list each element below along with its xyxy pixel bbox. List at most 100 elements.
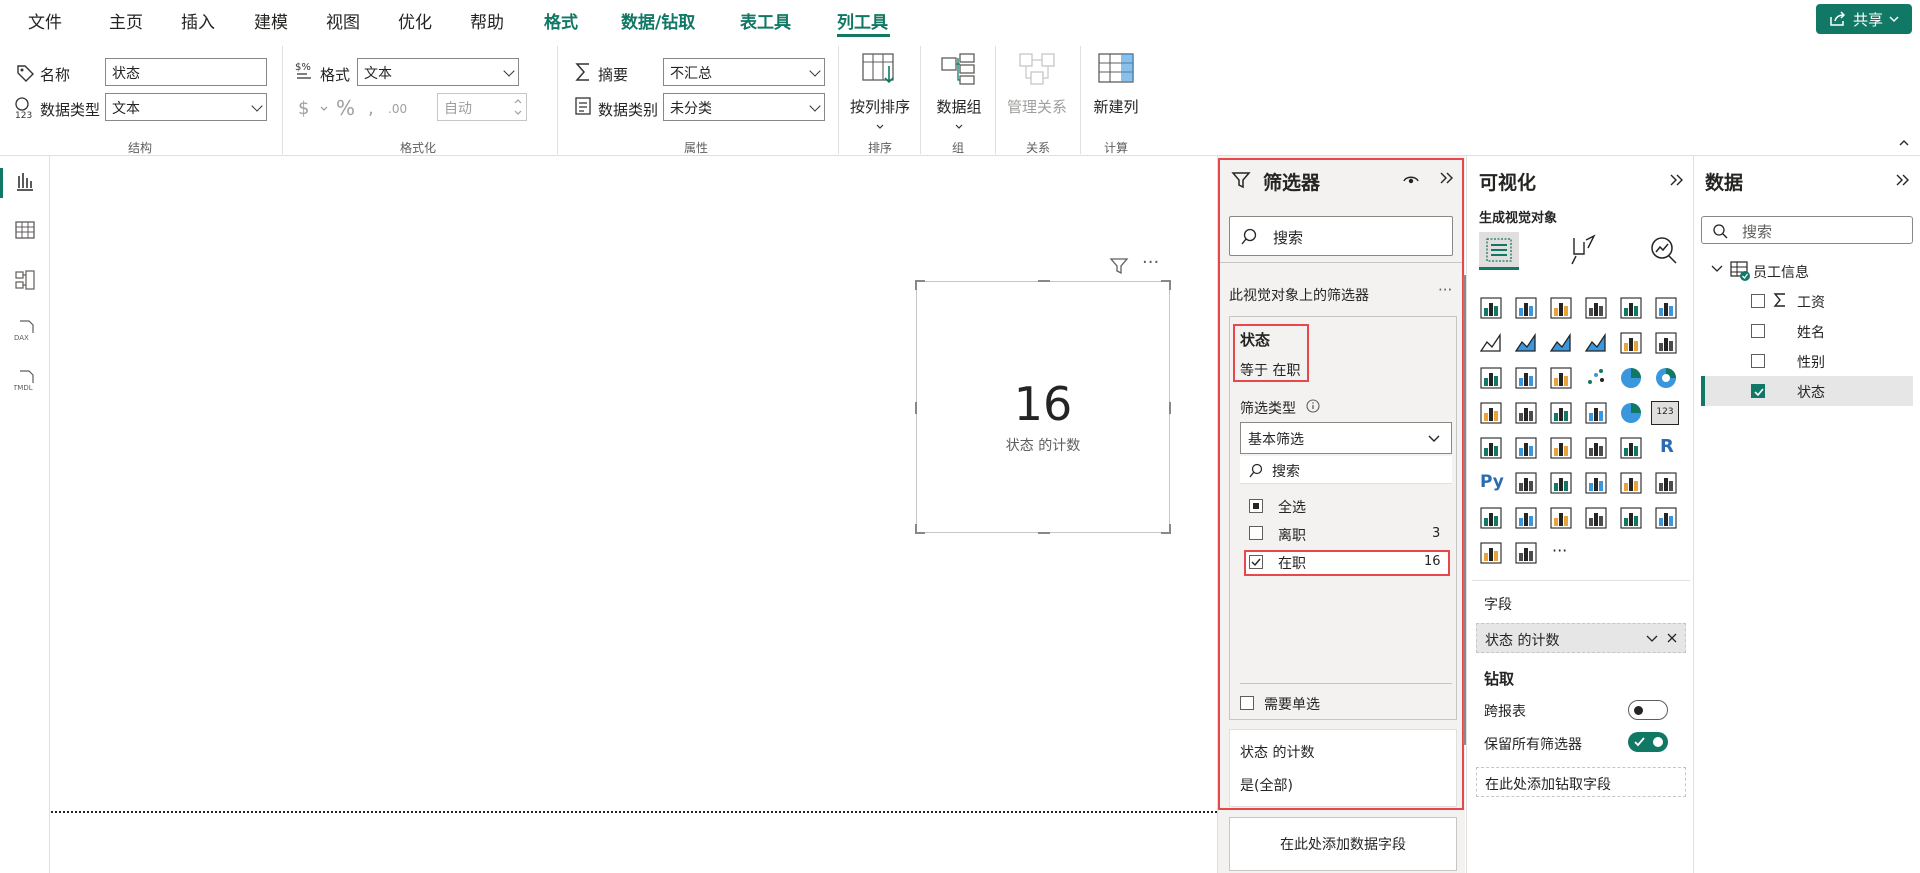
stacked-column-chart-icon[interactable]	[1514, 296, 1538, 320]
collapse-data-icon[interactable]	[1894, 172, 1910, 188]
card-visual[interactable]: 16 状态 的计数	[915, 280, 1171, 534]
gauge-icon[interactable]	[1619, 401, 1643, 425]
resize-handle[interactable]	[915, 280, 917, 290]
resize-handle[interactable]	[1169, 402, 1171, 414]
line-chart-icon[interactable]	[1479, 331, 1503, 355]
tab-table-tools[interactable]: 表工具	[740, 8, 791, 33]
field-name-status[interactable]: 状态	[1797, 382, 1825, 402]
menu-modeling[interactable]: 建模	[254, 8, 288, 33]
share-button[interactable]: 共享	[1816, 4, 1912, 34]
drill-dropzone[interactable]: 在此处添加钻取字段	[1476, 767, 1686, 797]
sort-by-column-button[interactable]: 按列排序	[848, 52, 912, 135]
area-chart-icon[interactable]	[1514, 331, 1538, 355]
menu-insert[interactable]: 插入	[181, 8, 215, 33]
field-checkbox-status[interactable]	[1751, 384, 1765, 398]
more-options-icon[interactable]: ···	[1142, 252, 1159, 273]
field-well-item[interactable]: 状态 的计数	[1476, 623, 1686, 653]
power-automate-flow-icon[interactable]	[1479, 541, 1503, 565]
model-view-icon[interactable]	[14, 269, 36, 291]
decimal-places-input[interactable]: 自动	[437, 93, 527, 121]
card-new-icon[interactable]	[1584, 506, 1608, 530]
manage-relationships-button[interactable]: 管理关系	[1002, 52, 1072, 117]
key-influencers-icon[interactable]	[1514, 471, 1538, 495]
data-search-input[interactable]: 搜索	[1701, 216, 1913, 244]
report-view-icon[interactable]	[14, 170, 36, 192]
clustered-column-chart-icon[interactable]	[1584, 296, 1608, 320]
donut-chart-icon[interactable]	[1654, 366, 1678, 390]
collapse-ribbon-icon[interactable]	[1898, 138, 1910, 148]
datatype-select[interactable]: 文本	[105, 93, 267, 121]
table-name[interactable]: 员工信息	[1753, 262, 1809, 282]
menu-view[interactable]: 视图	[326, 8, 360, 33]
menu-home[interactable]: 主页	[109, 8, 143, 33]
line-clustered-column-chart-icon[interactable]	[1654, 331, 1678, 355]
resize-handle[interactable]	[1038, 280, 1050, 282]
decomposition-tree-icon[interactable]	[1549, 471, 1573, 495]
custom-visual-icon[interactable]	[1654, 506, 1678, 530]
100-bar-chart-icon[interactable]	[1619, 296, 1643, 320]
tab-data-drill[interactable]: 数据/钻取	[621, 8, 695, 33]
100-area-chart-icon[interactable]	[1584, 331, 1608, 355]
field-name-gender[interactable]: 性别	[1797, 352, 1825, 372]
table-view-icon[interactable]	[14, 219, 36, 241]
kpi-icon[interactable]	[1514, 436, 1538, 460]
100-column-chart-icon[interactable]	[1654, 296, 1678, 320]
button-slicer-icon[interactable]	[1619, 506, 1643, 530]
table-icon[interactable]	[1584, 436, 1608, 460]
resize-handle[interactable]	[1038, 532, 1050, 534]
field-name-salary[interactable]: 工资	[1797, 292, 1825, 312]
menu-help[interactable]: 帮助	[470, 8, 504, 33]
format-visual-icon[interactable]	[1566, 234, 1598, 266]
menu-optimize[interactable]: 优化	[398, 8, 432, 33]
add-data-field-dropzone[interactable]: 在此处添加数据字段	[1229, 817, 1457, 871]
tab-column-tools[interactable]: 列工具	[837, 8, 888, 33]
collapse-visualizations-icon[interactable]	[1668, 172, 1684, 188]
map-icon[interactable]	[1514, 401, 1538, 425]
number-format-buttons[interactable]: $ % , .00	[296, 96, 416, 120]
treemap-icon[interactable]	[1479, 401, 1503, 425]
menu-file[interactable]: 文件	[28, 8, 62, 33]
build-visual-tab[interactable]	[1479, 232, 1519, 270]
field-checkbox-name[interactable]	[1751, 324, 1765, 338]
chevron-down-icon[interactable]	[1711, 264, 1723, 274]
slicer-icon[interactable]	[1549, 436, 1573, 460]
filled-map-icon[interactable]	[1549, 401, 1573, 425]
visual-filter-icon[interactable]	[1109, 257, 1129, 275]
goals-icon[interactable]	[1654, 471, 1678, 495]
resize-handle[interactable]	[915, 524, 917, 534]
tab-format[interactable]: 格式	[544, 8, 578, 33]
data-groups-button[interactable]: 数据组	[928, 52, 990, 135]
data-category-select[interactable]: 未分类	[663, 93, 825, 121]
resize-handle[interactable]	[1169, 280, 1171, 290]
analytics-icon[interactable]	[1647, 234, 1679, 266]
card-icon[interactable]: 123	[1651, 401, 1679, 425]
line-column-chart-icon[interactable]	[1619, 331, 1643, 355]
narrative-icon[interactable]	[1479, 506, 1503, 530]
azure-map-icon[interactable]	[1584, 401, 1608, 425]
chevron-icon[interactable]	[1514, 541, 1538, 565]
power-apps-icon[interactable]	[1514, 506, 1538, 530]
summary-select[interactable]: 不汇总	[663, 58, 825, 86]
stacked-bar-chart-icon[interactable]	[1479, 296, 1503, 320]
format-select[interactable]: 文本	[357, 58, 519, 86]
python-visual-icon[interactable]: Py	[1479, 471, 1504, 495]
matrix-icon[interactable]	[1619, 436, 1643, 460]
waterfall-chart-icon[interactable]	[1514, 366, 1538, 390]
dax-query-view-icon[interactable]: DAX	[14, 319, 36, 341]
keep-filters-toggle[interactable]	[1628, 732, 1668, 752]
tmdl-view-icon[interactable]: TMDL	[14, 369, 36, 391]
field-checkbox-gender[interactable]	[1751, 354, 1765, 368]
name-input[interactable]: 状态	[105, 58, 267, 86]
resize-handle[interactable]	[1169, 524, 1171, 534]
scatter-chart-icon[interactable]	[1584, 366, 1608, 390]
field-checkbox-salary[interactable]	[1751, 294, 1765, 308]
cross-report-toggle[interactable]	[1628, 700, 1668, 720]
chevron-down-icon[interactable]	[1645, 634, 1659, 644]
field-name-name[interactable]: 姓名	[1797, 322, 1825, 342]
ribbon-chart-icon[interactable]	[1479, 366, 1503, 390]
qa-icon[interactable]	[1584, 471, 1608, 495]
resize-handle[interactable]	[915, 402, 917, 414]
multi-row-card-icon[interactable]	[1479, 436, 1503, 460]
remove-field-icon[interactable]	[1666, 632, 1678, 644]
funnel-chart-icon[interactable]	[1549, 366, 1573, 390]
